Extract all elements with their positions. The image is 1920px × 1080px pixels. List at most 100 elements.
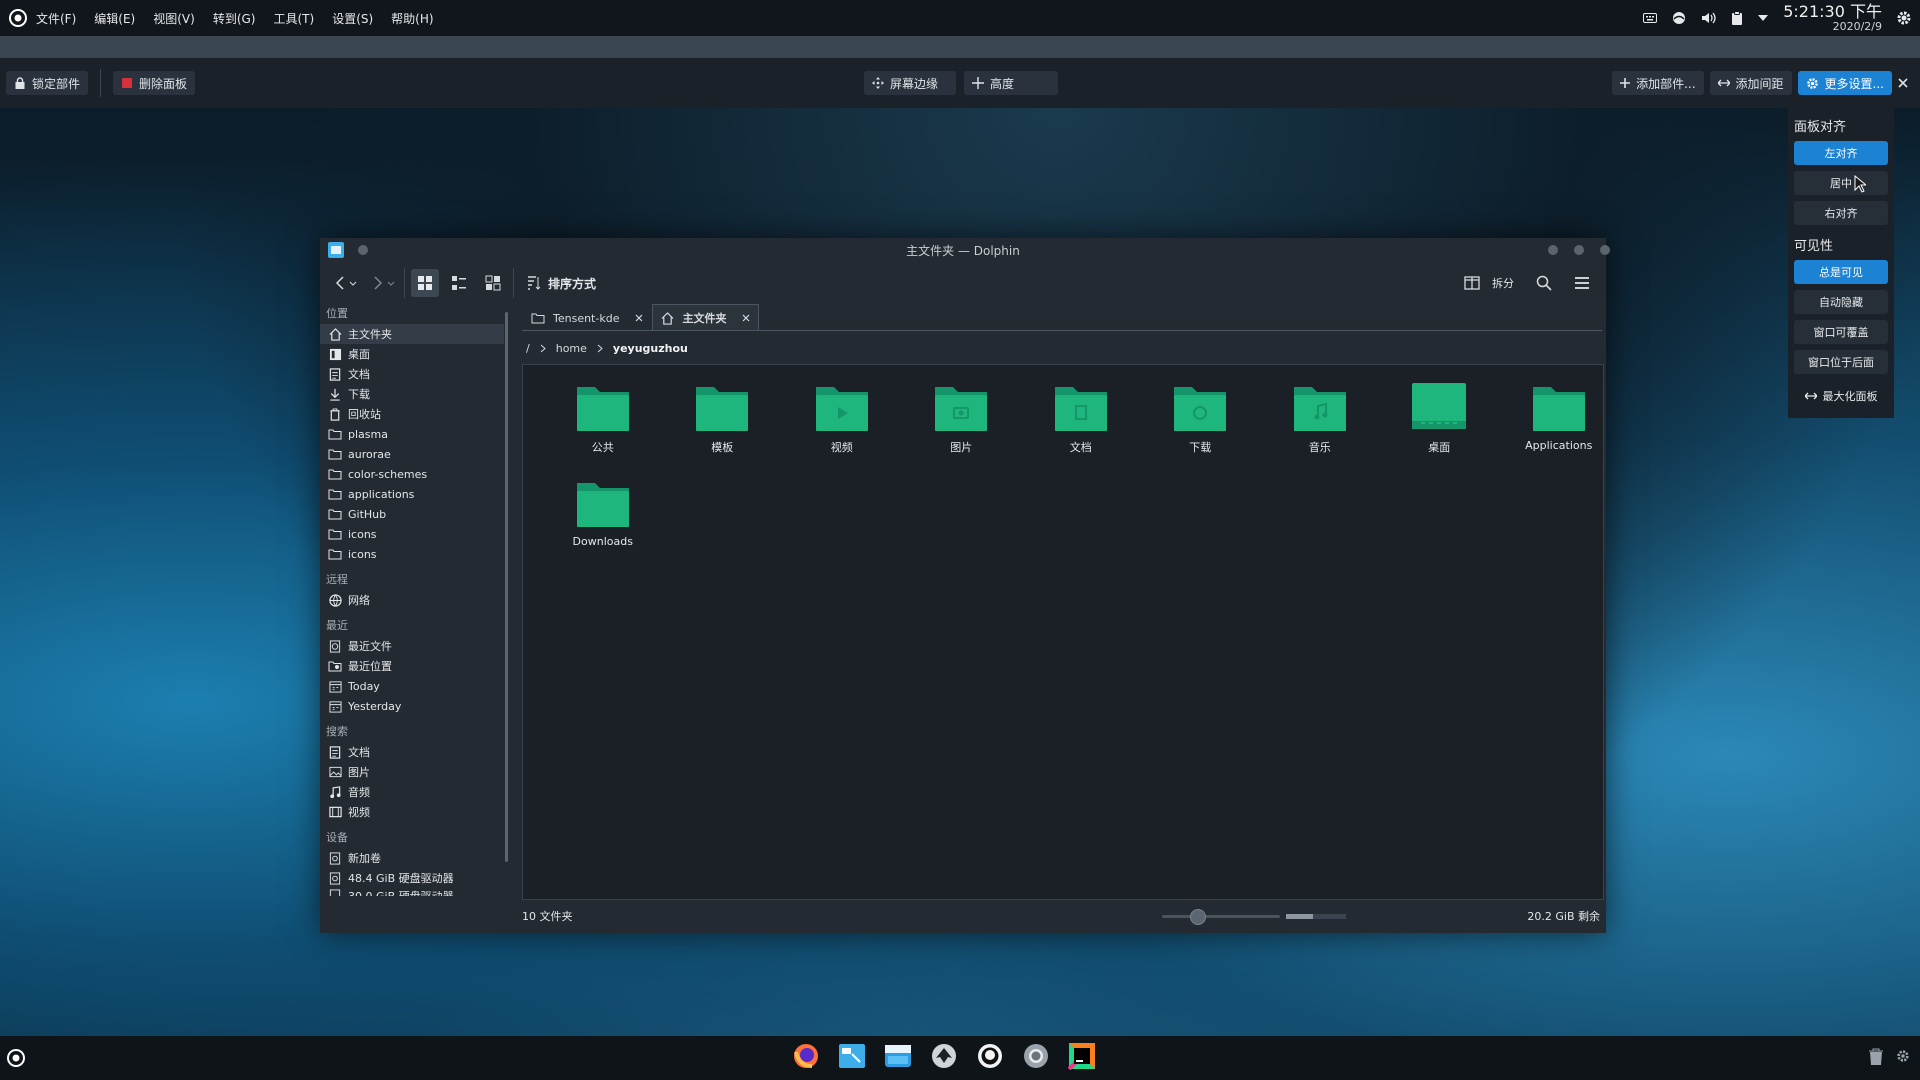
sidebar-item-search-documents[interactable]: 文档 [320, 742, 504, 762]
split-icon[interactable] [1458, 269, 1486, 297]
inkscape-icon[interactable] [928, 1040, 959, 1071]
align-center-option[interactable]: 居中 [1794, 171, 1888, 195]
tab-close-icon[interactable] [635, 314, 643, 322]
volume-icon[interactable] [1701, 11, 1717, 25]
sidebar-item-folder[interactable]: GitHub [320, 504, 504, 524]
tab-tensent-kde[interactable]: Tensent-kde [522, 304, 652, 332]
folder-item[interactable]: 桌面 [1380, 381, 1500, 455]
sidebar-item-search-video[interactable]: 视频 [320, 802, 504, 822]
sidebar-item-folder[interactable]: aurorae [320, 444, 504, 464]
sort-button-label[interactable]: 排序方式 [548, 275, 596, 292]
launcher-icon[interactable] [0, 0, 36, 36]
chromium-icon[interactable] [1020, 1040, 1051, 1071]
tab-home[interactable]: 主文件夹 [652, 304, 760, 331]
launcher-icon[interactable] [6, 1048, 26, 1068]
breadcrumb-current[interactable]: yeyuguzhou [613, 342, 688, 355]
sidebar-item-recent-files[interactable]: 最近文件 [320, 636, 504, 656]
align-right-option[interactable]: 右对齐 [1794, 201, 1888, 225]
gear-icon[interactable] [1896, 1049, 1910, 1063]
sidebar-item-home[interactable]: 主文件夹 [320, 324, 504, 344]
screen-edge-button[interactable]: 屏幕边缘 [864, 71, 956, 95]
zoom-slider[interactable] [1162, 909, 1280, 925]
window-titlebar[interactable]: 主文件夹 — Dolphin [320, 238, 1610, 262]
folder-item[interactable]: 下载 [1141, 381, 1261, 455]
menu-help[interactable]: 帮助(H) [391, 10, 433, 27]
folder-item[interactable]: 公共 [543, 381, 663, 455]
sidebar-item-folder[interactable]: applications [320, 484, 504, 504]
remove-panel-button[interactable]: 删除面板 [113, 71, 196, 95]
digital-clock[interactable]: 5:21:30 下午 2020/2/9 [1783, 4, 1882, 33]
dolphin-icon[interactable] [836, 1040, 867, 1071]
sidebar-item-device[interactable]: 48.4 GiB 硬盘驱动器 [320, 868, 504, 888]
always-visible-option[interactable]: 总是可见 [1794, 260, 1888, 284]
keyboard-icon[interactable] [1643, 12, 1658, 24]
height-button[interactable]: 高度 [964, 71, 1058, 95]
sidebar-item-folder[interactable]: icons [320, 544, 504, 564]
breadcrumb-home[interactable]: home [556, 342, 587, 355]
hamburger-menu-icon[interactable] [1568, 269, 1596, 297]
more-settings-button[interactable]: 更多设置... [1797, 71, 1892, 95]
maximize-button[interactable] [1574, 245, 1584, 255]
close-icon[interactable] [1898, 78, 1908, 88]
minimize-button[interactable] [1548, 245, 1558, 255]
folder-item[interactable]: Applications [1499, 381, 1619, 455]
sidebar-item-device[interactable]: 30.0 GiB 硬盘驱动器 [320, 888, 504, 896]
sort-icon[interactable] [520, 269, 548, 297]
tab-close-icon[interactable] [742, 314, 750, 322]
sidebar-item-today[interactable]: Today [320, 676, 504, 696]
lock-widgets-button[interactable]: 锁定部件 [6, 71, 89, 95]
folder-item[interactable]: Downloads [543, 477, 663, 548]
compact-view-button[interactable] [445, 269, 473, 297]
sidebar-item-desktop[interactable]: 桌面 [320, 344, 504, 364]
github-icon[interactable] [974, 1040, 1005, 1071]
back-history-chevron-icon[interactable] [346, 269, 360, 297]
search-icon[interactable] [1530, 269, 1558, 297]
cloud-icon[interactable] [1671, 11, 1687, 25]
sidebar-scrollbar[interactable] [505, 312, 508, 862]
align-left-option[interactable]: 左对齐 [1794, 141, 1888, 165]
zoom-slider-handle[interactable] [1190, 909, 1207, 925]
split-button-label[interactable]: 拆分 [1492, 275, 1514, 291]
tray-expand-icon[interactable] [1757, 14, 1769, 22]
sidebar-item-device[interactable]: 新加卷 [320, 848, 504, 868]
sidebar-item-documents[interactable]: 文档 [320, 364, 504, 384]
sidebar-item-yesterday[interactable]: Yesterday [320, 696, 504, 716]
firefox-icon[interactable] [790, 1040, 821, 1071]
sidebar-item-downloads[interactable]: 下载 [320, 384, 504, 404]
icons-view-button[interactable] [411, 269, 439, 297]
folder-item[interactable]: 视频 [782, 381, 902, 455]
trash-icon[interactable] [1868, 1048, 1884, 1066]
folder-item[interactable]: 文档 [1021, 381, 1141, 455]
menu-go[interactable]: 转到(G) [213, 10, 256, 27]
sidebar-item-folder[interactable]: icons [320, 524, 504, 544]
windows-go-below-option[interactable]: 窗口位于后面 [1794, 350, 1888, 374]
sidebar-item-folder[interactable]: plasma [320, 424, 504, 444]
folder-item[interactable]: 模板 [663, 381, 783, 455]
gear-icon[interactable] [1896, 10, 1912, 26]
add-widgets-button[interactable]: 添加部件... [1612, 71, 1704, 95]
menu-file[interactable]: 文件(F) [36, 10, 76, 27]
folder-item[interactable]: 图片 [902, 381, 1022, 455]
sidebar-item-network[interactable]: 网络 [320, 590, 504, 610]
windows-can-cover-option[interactable]: 窗口可覆盖 [1794, 320, 1888, 344]
auto-hide-option[interactable]: 自动隐藏 [1794, 290, 1888, 314]
close-window-button[interactable] [1600, 245, 1610, 255]
jetbrains-icon[interactable] [1066, 1040, 1097, 1071]
sidebar-item-search-images[interactable]: 图片 [320, 762, 504, 782]
menu-edit[interactable]: 编辑(E) [94, 10, 135, 27]
menu-view[interactable]: 视图(V) [153, 10, 195, 27]
files-app-icon[interactable] [882, 1040, 913, 1071]
panel-edit-ruler[interactable] [0, 36, 1920, 58]
maximize-panel-button[interactable]: 最大化面板 [1794, 384, 1888, 408]
file-view[interactable]: 公共 模板 视频 图片 文档 下载 音乐 桌面 Applications Dow… [522, 364, 1604, 900]
sidebar-item-folder[interactable]: color-schemes [320, 464, 504, 484]
breadcrumb-root[interactable]: / [526, 342, 530, 355]
menu-settings[interactable]: 设置(S) [332, 10, 373, 27]
sidebar-item-recent-locations[interactable]: 最近位置 [320, 656, 504, 676]
clipboard-icon[interactable] [1731, 11, 1743, 25]
details-view-button[interactable] [479, 269, 507, 297]
sidebar-item-trash[interactable]: 回收站 [320, 404, 504, 424]
forward-history-chevron-icon[interactable] [384, 269, 398, 297]
add-spacer-button[interactable]: 添加间距 [1709, 71, 1792, 95]
sidebar-item-search-audio[interactable]: 音频 [320, 782, 504, 802]
